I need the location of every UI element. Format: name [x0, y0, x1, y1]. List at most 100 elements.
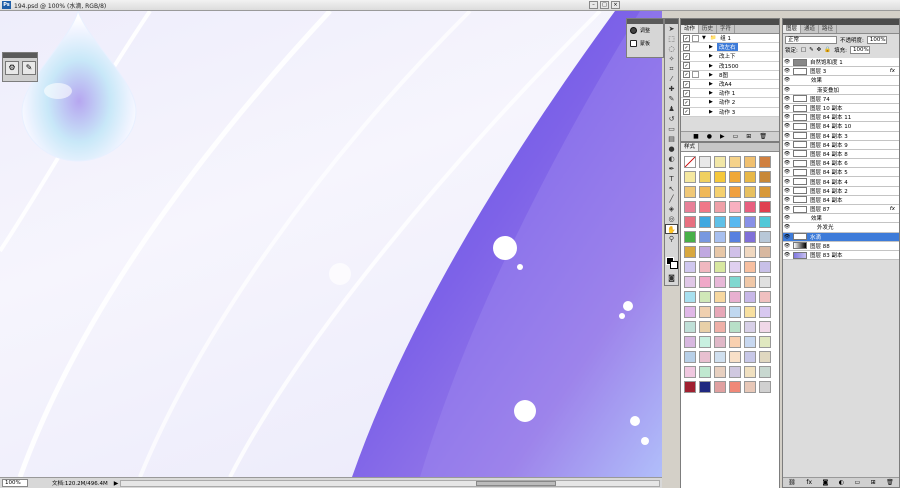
style-swatch[interactable] [729, 321, 741, 333]
expand-right-icon[interactable]: ▶ [709, 44, 715, 50]
status-menu-arrow-icon[interactable]: ▶ [114, 480, 119, 487]
layer-row[interactable]: 👁 效果 [783, 76, 899, 86]
maximize-icon[interactable]: □ [600, 1, 609, 9]
style-swatch[interactable] [759, 246, 771, 258]
visibility-eye-icon[interactable]: 👁 [783, 215, 791, 221]
layer-row[interactable]: 👁 图层 10 副本 [783, 103, 899, 114]
no-style-swatch[interactable] [684, 156, 696, 168]
style-swatch[interactable] [744, 156, 756, 168]
tab-channels[interactable]: 通道 [801, 25, 820, 33]
crop-tool-icon[interactable]: ⌗ [665, 64, 678, 74]
visibility-eye-icon[interactable]: 👁 [783, 151, 791, 157]
layer-row[interactable]: 👁 图层 84 副本 11 [783, 113, 899, 123]
expand-right-icon[interactable]: ▶ [709, 109, 715, 115]
new-group-icon[interactable]: ▭ [854, 479, 860, 486]
layer-thumbnail[interactable] [793, 95, 807, 103]
3d-tool-icon[interactable]: ◈ [665, 204, 678, 214]
visibility-eye-icon[interactable]: 👁 [783, 96, 791, 102]
style-swatch[interactable] [699, 336, 711, 348]
style-swatch[interactable] [744, 216, 756, 228]
expand-right-icon[interactable]: ▶ [709, 63, 715, 69]
style-swatch[interactable] [699, 351, 711, 363]
layer-thumbnail[interactable] [793, 251, 807, 259]
delete-icon[interactable]: 🗑 [759, 133, 767, 140]
style-swatch[interactable] [759, 171, 771, 183]
layer-thumbnail[interactable] [793, 150, 807, 158]
visibility-eye-icon[interactable]: 👁 [783, 197, 791, 203]
layer-row[interactable]: 👁 图层 84 副本 6 [783, 159, 899, 169]
close-icon[interactable]: × [611, 1, 620, 9]
layer-row[interactable]: 👁 图层 84 副本 9 [783, 140, 899, 150]
minimize-icon[interactable]: – [589, 1, 598, 9]
new-action-icon[interactable]: ⊞ [746, 133, 751, 140]
action-row[interactable]: ✓ ▶ 改1500 [681, 61, 779, 71]
style-swatch[interactable] [759, 381, 771, 393]
style-swatch[interactable] [699, 216, 711, 228]
style-swatch[interactable] [744, 336, 756, 348]
style-swatch[interactable] [714, 276, 726, 288]
style-swatch[interactable] [744, 366, 756, 378]
style-swatch[interactable] [699, 186, 711, 198]
eraser-tool-icon[interactable]: ▭ [665, 124, 678, 134]
style-swatch[interactable] [744, 291, 756, 303]
visibility-eye-icon[interactable]: 👁 [783, 87, 791, 93]
check-icon[interactable]: ✓ [683, 34, 690, 42]
check-icon[interactable]: ✓ [683, 62, 690, 70]
record-icon[interactable]: ● [707, 133, 712, 140]
adjustment-layer-icon[interactable]: ◐ [839, 479, 844, 486]
style-swatch[interactable] [729, 156, 741, 168]
style-swatch[interactable] [744, 186, 756, 198]
layer-row[interactable]: 👁 图层 84 副本 [783, 195, 899, 205]
style-swatch[interactable] [744, 261, 756, 273]
gradient-tool-icon[interactable]: ▤ [665, 134, 678, 144]
layer-thumbnail[interactable] [793, 205, 807, 213]
layer-row[interactable]: 👁 效果 [783, 214, 899, 224]
style-swatch[interactable] [684, 366, 696, 378]
style-swatch[interactable] [699, 381, 711, 393]
action-row[interactable]: ✓ ▶ 动作 2 [681, 98, 779, 108]
expand-right-icon[interactable]: ▶ [709, 99, 715, 105]
style-swatch[interactable] [714, 351, 726, 363]
action-row[interactable]: ✓ ▶ 8图 [681, 70, 779, 80]
layer-thumbnail[interactable] [793, 178, 807, 186]
path-select-tool-icon[interactable]: ↖ [665, 184, 678, 194]
visibility-eye-icon[interactable]: 👁 [783, 59, 791, 65]
style-swatch[interactable] [729, 201, 741, 213]
expand-right-icon[interactable]: ▶ [709, 90, 715, 96]
style-swatch[interactable] [759, 186, 771, 198]
style-swatch[interactable] [699, 246, 711, 258]
layer-row[interactable]: 👁 图层 88 [783, 241, 899, 251]
action-row[interactable]: ✓ ▶ 动作 1 [681, 89, 779, 99]
style-swatch[interactable] [699, 201, 711, 213]
style-swatch[interactable] [714, 171, 726, 183]
expand-right-icon[interactable]: ▶ [709, 53, 715, 59]
check-icon[interactable]: ✓ [683, 43, 690, 51]
visibility-eye-icon[interactable]: 👁 [783, 77, 791, 83]
style-swatch[interactable] [744, 381, 756, 393]
style-swatch[interactable] [684, 276, 696, 288]
layer-row[interactable]: 👁 图层 84 副本 5 [783, 168, 899, 178]
visibility-eye-icon[interactable]: 👁 [783, 188, 791, 194]
layer-row[interactable]: 👁 自然饱和度 1 [783, 58, 899, 68]
style-swatch[interactable] [699, 261, 711, 273]
layer-row[interactable]: 👁 图层 84 副本 8 [783, 149, 899, 160]
mask-button[interactable]: 蒙板 [627, 37, 663, 50]
stamp-tool-icon[interactable]: ♟ [665, 104, 678, 114]
visibility-eye-icon[interactable]: 👁 [783, 206, 791, 212]
style-swatch[interactable] [699, 276, 711, 288]
zoom-tool-icon[interactable]: ⚲ [665, 234, 678, 244]
style-swatch[interactable] [729, 216, 741, 228]
style-swatch[interactable] [684, 306, 696, 318]
visibility-eye-icon[interactable]: 👁 [783, 243, 791, 249]
action-row[interactable]: ✓ ▶ 改A4 [681, 79, 779, 90]
layer-thumbnail[interactable] [793, 233, 807, 241]
action-row[interactable]: ✓ ▶ 改左右 [681, 43, 779, 53]
visibility-eye-icon[interactable]: 👁 [783, 68, 791, 74]
eyedropper-tool-icon[interactable]: ⁄ [665, 74, 678, 84]
style-swatch[interactable] [744, 276, 756, 288]
style-swatch[interactable] [684, 336, 696, 348]
3d-camera-tool-icon[interactable]: ◎ [665, 214, 678, 224]
check-icon[interactable]: ✓ [683, 71, 690, 79]
layer-thumbnail[interactable] [793, 67, 807, 75]
tab-paths[interactable]: 路径 [819, 25, 838, 33]
